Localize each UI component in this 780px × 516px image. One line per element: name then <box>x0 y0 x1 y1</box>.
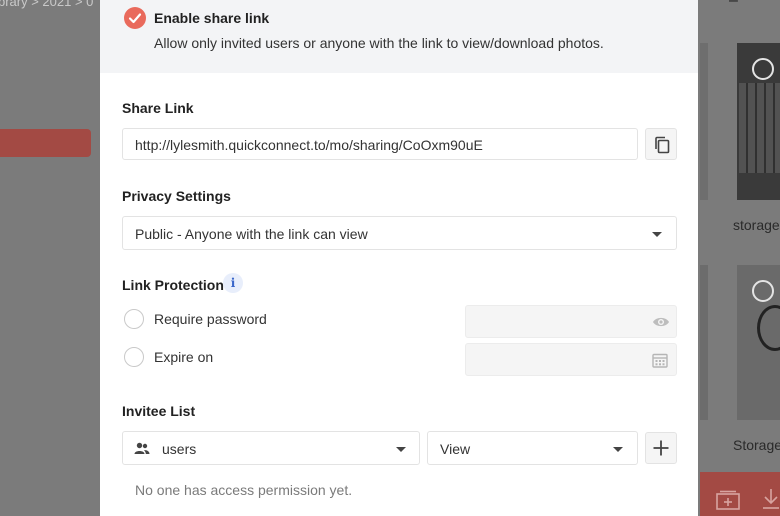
photo-caption: Storage <box>733 437 780 453</box>
enable-share-link-label[interactable]: Enable share link <box>154 10 269 26</box>
photo-thumbnail <box>700 43 708 200</box>
empty-invitee-message: No one has access permission yet. <box>135 482 353 498</box>
caret-down-icon <box>652 232 662 237</box>
enable-share-description: Allow only invited users or anyone with … <box>154 35 604 51</box>
info-icon[interactable]: i <box>223 273 243 293</box>
require-password-label[interactable]: Require password <box>154 311 267 327</box>
photo-thumbnail <box>700 265 708 420</box>
check-icon[interactable] <box>124 7 146 29</box>
breadcrumb: brary > 2021 > 0 <box>0 0 94 9</box>
expire-date-input[interactable] <box>465 343 677 376</box>
link-protection-heading: Link Protection <box>122 277 224 293</box>
enable-share-section: Enable share link Allow only invited use… <box>100 0 698 73</box>
select-circle-icon <box>752 280 774 302</box>
calendar-icon[interactable] <box>652 352 668 373</box>
caret-down-icon <box>613 447 623 452</box>
share-link-url: http://lylesmith.quickconnect.to/mo/shar… <box>135 137 483 153</box>
copy-link-button[interactable] <box>645 128 677 160</box>
expire-on-label[interactable]: Expire on <box>154 349 213 365</box>
invitee-type-value: users <box>162 441 197 457</box>
download-icon <box>762 488 780 515</box>
require-password-radio[interactable] <box>124 309 144 329</box>
privacy-select-value: Public - Anyone with the link can view <box>135 226 368 242</box>
share-link-field[interactable]: http://lylesmith.quickconnect.to/mo/shar… <box>122 128 638 160</box>
permission-select[interactable]: View <box>427 431 638 465</box>
eye-icon[interactable] <box>652 315 670 334</box>
sidebar-active-item <box>0 129 91 157</box>
share-dialog: Enable share link Allow only invited use… <box>100 0 698 516</box>
invitee-list-heading: Invitee List <box>122 403 196 419</box>
add-invitee-button[interactable] <box>645 432 677 464</box>
share-link-heading: Share Link <box>122 100 194 116</box>
photo-caption: storage <box>733 217 780 233</box>
add-to-album-icon <box>716 490 740 515</box>
privacy-select[interactable]: Public - Anyone with the link can view <box>122 216 677 250</box>
privacy-settings-heading: Privacy Settings <box>122 188 231 204</box>
users-icon <box>134 442 150 460</box>
caret-down-icon <box>396 447 406 452</box>
select-circle-icon <box>752 58 774 80</box>
password-input[interactable] <box>465 305 677 338</box>
minimize-icon: – <box>729 0 738 9</box>
invitee-type-select[interactable]: users <box>122 431 420 465</box>
permission-value: View <box>440 441 471 457</box>
expire-on-radio[interactable] <box>124 347 144 367</box>
